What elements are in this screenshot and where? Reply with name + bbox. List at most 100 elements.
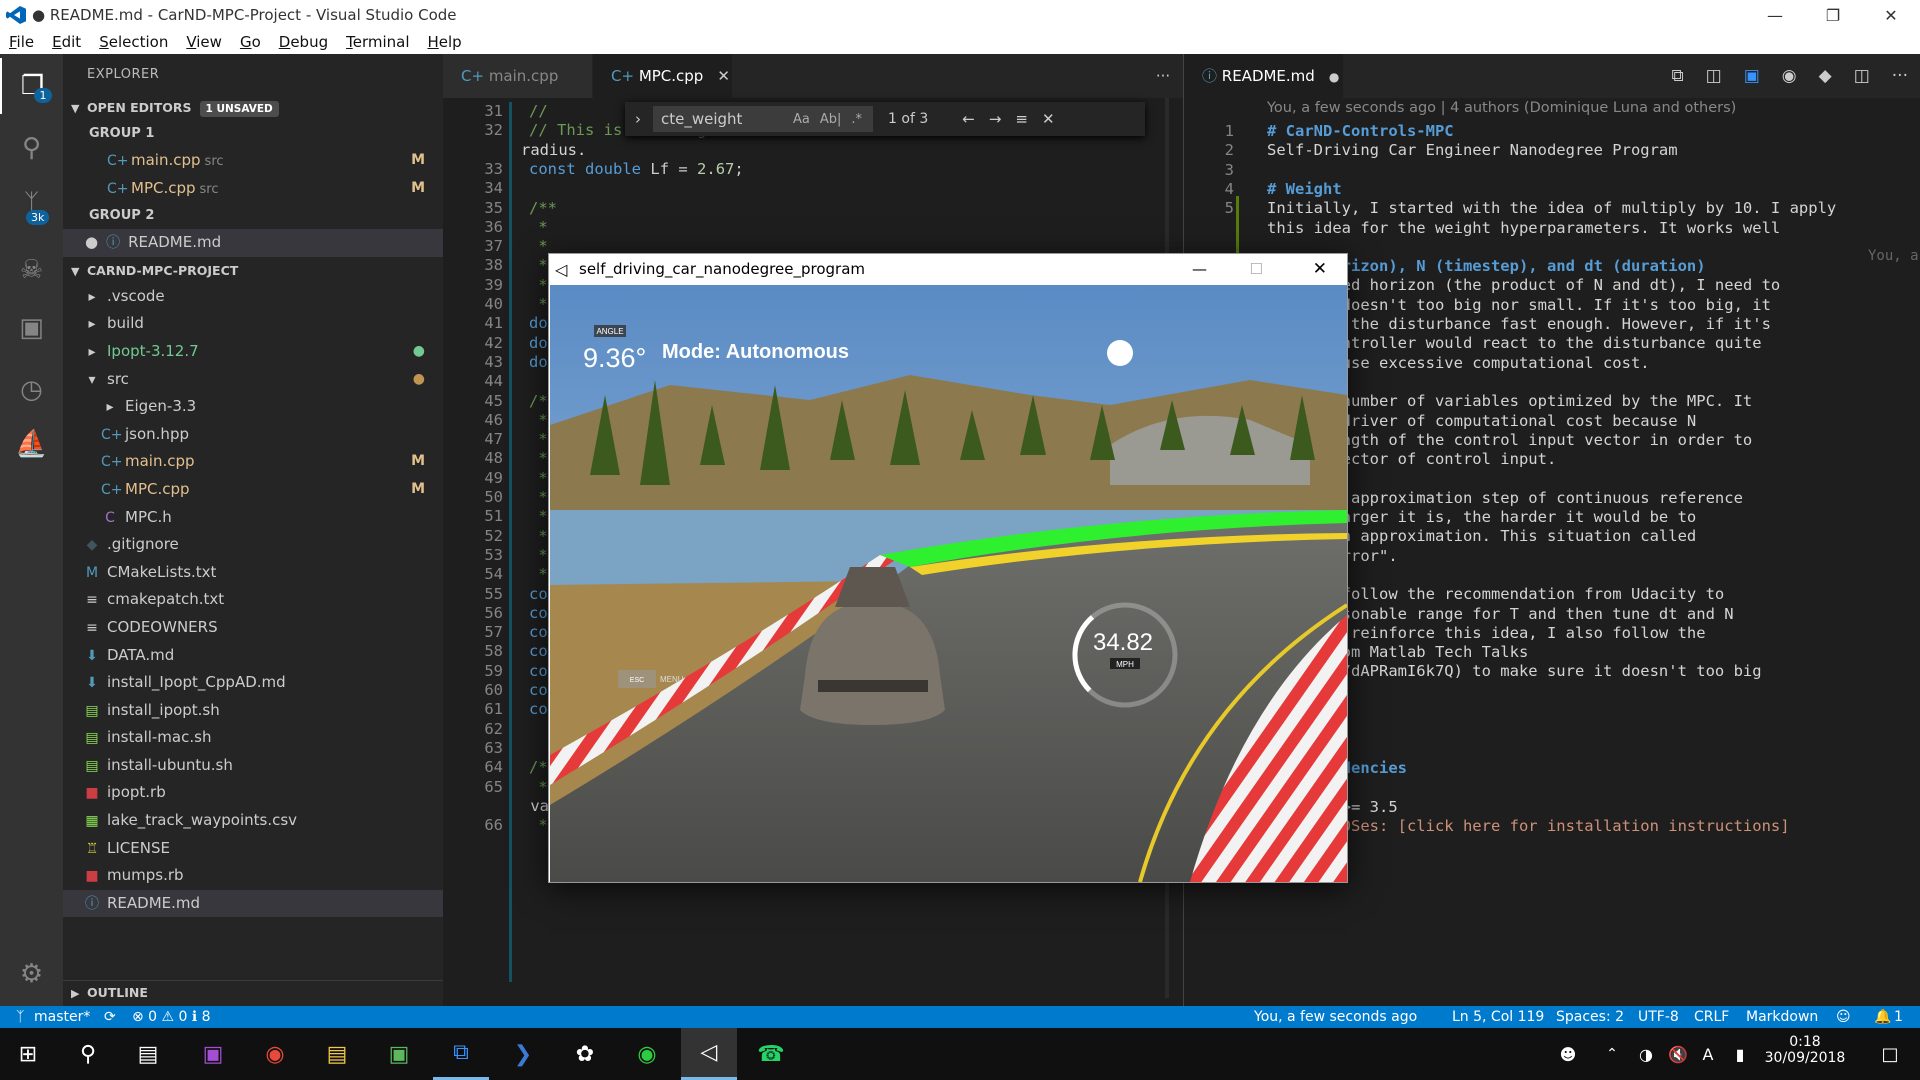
tree-file[interactable]: C MPC.h	[63, 504, 443, 532]
close-window-button[interactable]: ✕	[1313, 254, 1327, 285]
tree-file[interactable]: ▤ install-ubuntu.sh	[63, 752, 443, 780]
tab-readme[interactable]: ⓘ README.md ●	[1184, 54, 1344, 98]
close-window-button[interactable]: ✕	[1862, 6, 1920, 25]
chrome-icon[interactable]: ◉	[247, 1028, 303, 1080]
toggle-blame-icon[interactable]: ◉	[1782, 66, 1797, 86]
next-match-icon[interactable]: →	[989, 110, 1002, 128]
onenote-icon[interactable]: ▣	[185, 1028, 241, 1080]
windows-start-icon[interactable]: ⊞	[0, 1028, 56, 1080]
menu-edit[interactable]: Edit	[43, 33, 90, 51]
minimize-button[interactable]: —	[1192, 254, 1207, 285]
indentation[interactable]: Spaces: 2	[1556, 1006, 1624, 1028]
project-header[interactable]: ▼ CARND-MPC-PROJECT	[63, 259, 443, 283]
file-explorer-icon[interactable]: ▤	[309, 1028, 365, 1080]
menu-debug[interactable]: Debug	[270, 33, 337, 51]
language-mode[interactable]: Markdown	[1746, 1006, 1818, 1028]
line-endings[interactable]: CRLF	[1694, 1006, 1729, 1028]
vscode-taskbar-icon[interactable]: ⧉	[433, 1028, 489, 1080]
sync-icon[interactable]: ⟳	[104, 1006, 116, 1028]
menu-go[interactable]: Go	[231, 33, 270, 51]
open-changes-icon[interactable]: ⧉	[1672, 66, 1684, 86]
action-center-icon[interactable]: □	[1862, 1028, 1918, 1080]
feedback-icon[interactable]: ☺	[1836, 1006, 1851, 1028]
git-compare-icon[interactable]: ◆	[1819, 66, 1832, 86]
tree-file[interactable]: ▤ install_ipopt.sh	[63, 697, 443, 725]
source-control-icon[interactable]: ᛉ 3k	[0, 176, 63, 232]
tree-file[interactable]: ■ ipopt.rb	[63, 779, 443, 807]
menu-file[interactable]: File	[0, 33, 43, 51]
more-actions-icon[interactable]: ···	[1143, 54, 1183, 98]
tree-file[interactable]: ⬇ install_Ipopt_CppAD.md	[63, 669, 443, 697]
simulator-viewport[interactable]: ANGLE 9.36° Mode: Autonomous 34.82 MPH E…	[550, 285, 1347, 882]
clock[interactable]: 0:18 30/09/2018	[1760, 1034, 1850, 1066]
open-editor-item[interactable]: C+ MPC.cpp src M	[63, 175, 443, 203]
bell-icon[interactable]: 🔔	[1874, 1006, 1891, 1028]
tree-folder[interactable]: ▸ Ipopt-3.12.7 ●	[63, 338, 443, 366]
powershell-icon[interactable]: ❯	[495, 1028, 551, 1080]
tree-file[interactable]: ⓘ README.md	[63, 889, 443, 918]
tree-file[interactable]: ♖ LICENSE	[63, 835, 443, 863]
gitlens-icon[interactable]: ◷	[0, 362, 63, 418]
encoding[interactable]: UTF-8	[1638, 1006, 1679, 1028]
tree-file[interactable]: ■ mumps.rb	[63, 862, 443, 890]
open-editors-header[interactable]: ▼ OPEN EDITORS 1 UNSAVED	[63, 96, 443, 120]
open-editor-readme[interactable]: ● ⓘ README.md	[63, 229, 443, 257]
git-branch-icon[interactable]: ᛉ	[16, 1006, 24, 1028]
match-case-icon[interactable]: Aa	[793, 112, 810, 127]
split-editor-icon[interactable]: ◫	[1854, 66, 1870, 86]
close-tab-icon[interactable]: ✕	[717, 67, 730, 85]
debug-icon[interactable]: ☠	[0, 242, 63, 298]
image-viewer-icon[interactable]: ▣	[371, 1028, 427, 1080]
open-editor-item[interactable]: C+ main.cpp src M	[63, 147, 443, 175]
explorer-icon[interactable]: ❐ 1	[0, 58, 63, 114]
tree-file[interactable]: ⬇ DATA.md	[63, 642, 443, 670]
tree-file[interactable]: ◆ .gitignore	[63, 531, 443, 559]
tree-file[interactable]: ▤ install-mac.sh	[63, 724, 443, 752]
tab-main-cpp[interactable]: C+ main.cpp	[443, 54, 593, 98]
extensions-icon[interactable]: ▣	[0, 300, 63, 356]
gear-icon[interactable]: ⚙	[0, 946, 63, 1002]
cursor-position[interactable]: Ln 5, Col 119	[1452, 1006, 1544, 1028]
toggle-replace-icon[interactable]: ›	[635, 110, 641, 128]
search-icon[interactable]: ⚲	[0, 120, 63, 176]
preview-icon[interactable]: ◫	[1706, 66, 1722, 86]
tree-file[interactable]: M CMakeLists.txt	[63, 559, 443, 587]
menu-terminal[interactable]: Terminal	[337, 33, 418, 51]
blame-status[interactable]: You, a few seconds ago	[1254, 1006, 1417, 1028]
tree-file[interactable]: C+ MPC.cpp M	[63, 476, 443, 504]
whole-word-icon[interactable]: Ab|	[820, 112, 842, 127]
tree-folder[interactable]: ▸ build	[63, 310, 443, 338]
tree-file[interactable]: ≡ cmakepatch.txt	[63, 586, 443, 614]
unity-taskbar-icon[interactable]: ◁	[681, 1028, 737, 1080]
tab-mpc-cpp[interactable]: C+ MPC.cpp ✕	[593, 54, 733, 98]
preview-side-icon[interactable]: ▣	[1744, 66, 1760, 86]
tree-folder[interactable]: ▾ src ●	[63, 366, 443, 394]
app-icon[interactable]: ✿	[557, 1028, 613, 1080]
tree-folder[interactable]: ▸ Eigen-3.3	[63, 393, 443, 421]
close-find-icon[interactable]: ✕	[1042, 110, 1055, 128]
menu-view[interactable]: View	[177, 33, 231, 51]
task-view-icon[interactable]: ▤	[120, 1028, 176, 1080]
previous-match-icon[interactable]: ←	[962, 110, 975, 128]
search-icon[interactable]: ⚲	[60, 1028, 116, 1080]
tree-file[interactable]: C+ main.cpp M	[63, 448, 443, 476]
maximize-button[interactable]: ☐	[1250, 254, 1263, 285]
whatsapp-icon[interactable]: ☎	[743, 1028, 799, 1080]
unsaved-dot-icon[interactable]: ●	[1329, 70, 1339, 84]
minimize-button[interactable]: —	[1746, 6, 1804, 25]
tree-file[interactable]: C+ json.hpp	[63, 421, 443, 449]
tree-folder[interactable]: ▸ .vscode	[63, 283, 443, 311]
find-in-selection-icon[interactable]: ≡	[1015, 110, 1028, 128]
menu-selection[interactable]: Selection	[90, 33, 177, 51]
menu-help[interactable]: Help	[419, 33, 471, 51]
regex-icon[interactable]: .*	[851, 112, 862, 127]
tree-file[interactable]: ▦ lake_track_waypoints.csv	[63, 807, 443, 835]
problems-summary[interactable]: ⊗ 0 ⚠ 0 ℹ 8	[132, 1006, 211, 1028]
git-branch[interactable]: master*	[34, 1006, 90, 1028]
restore-button[interactable]: ❐	[1804, 6, 1862, 25]
docker-icon[interactable]: ⛵	[0, 416, 63, 472]
outline-header[interactable]: ▶ OUTLINE	[63, 980, 443, 1004]
code-lens-blame[interactable]: You, a few seconds ago | 4 authors (Domi…	[1184, 100, 1920, 122]
tree-file[interactable]: ≡ CODEOWNERS	[63, 614, 443, 642]
more-actions-icon[interactable]: ···	[1892, 66, 1908, 86]
